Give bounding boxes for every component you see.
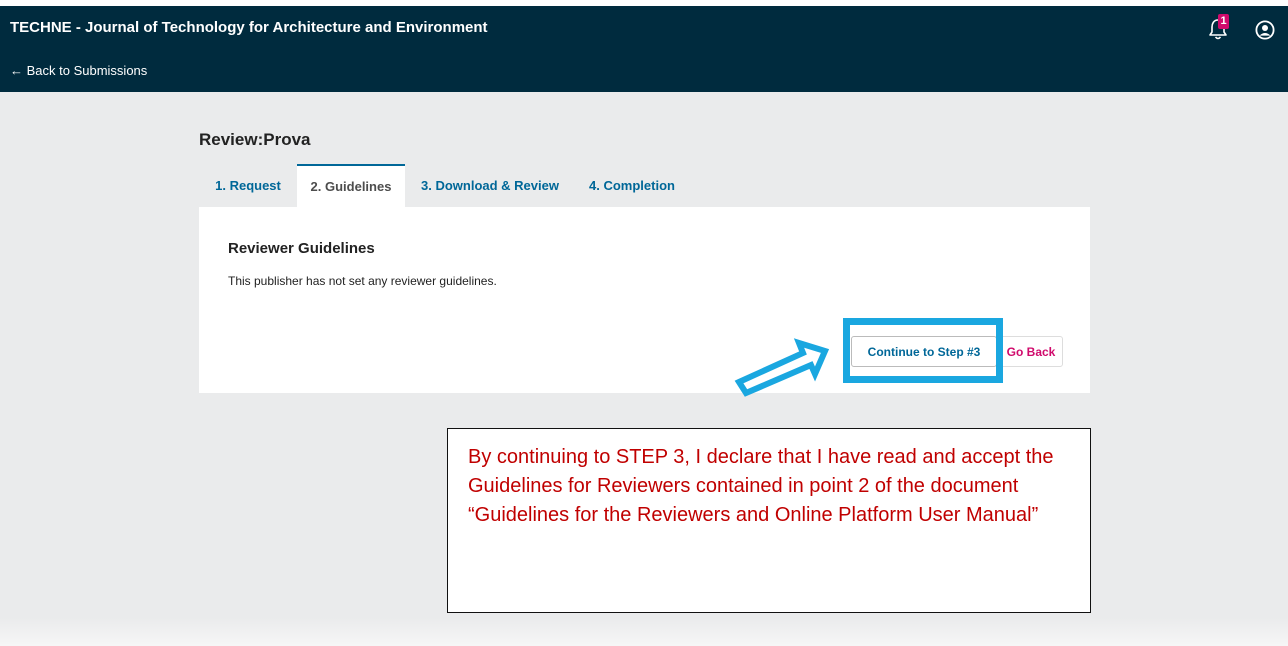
- go-back-button[interactable]: Go Back: [999, 336, 1063, 367]
- top-navigation-bar: TECHNE - Journal of Technology for Archi…: [0, 6, 1288, 92]
- continue-to-step-3-button[interactable]: Continue to Step #3: [851, 336, 997, 367]
- guidelines-text: This publisher has not set any reviewer …: [228, 274, 497, 288]
- site-title[interactable]: TECHNE - Journal of Technology for Archi…: [10, 19, 488, 36]
- notification-badge: 1: [1218, 14, 1229, 29]
- guidelines-panel: Reviewer Guidelines This publisher has n…: [199, 207, 1090, 393]
- tab-guidelines[interactable]: 2. Guidelines: [297, 164, 405, 207]
- bottom-shadow: [0, 618, 1288, 646]
- back-to-submissions-link[interactable]: ← Back to Submissions: [10, 63, 147, 78]
- tab-completion[interactable]: 4. Completion: [575, 164, 689, 207]
- app-root: TECHNE - Journal of Technology for Archi…: [0, 6, 1288, 646]
- user-account-icon[interactable]: [1255, 20, 1275, 40]
- page-title: Review:Prova: [199, 130, 311, 149]
- section-heading: Reviewer Guidelines: [228, 240, 375, 257]
- tab-request[interactable]: 1. Request: [199, 164, 297, 207]
- annotation-note: By continuing to STEP 3, I declare that …: [447, 428, 1091, 613]
- tab-download-review[interactable]: 3. Download & Review: [405, 164, 575, 207]
